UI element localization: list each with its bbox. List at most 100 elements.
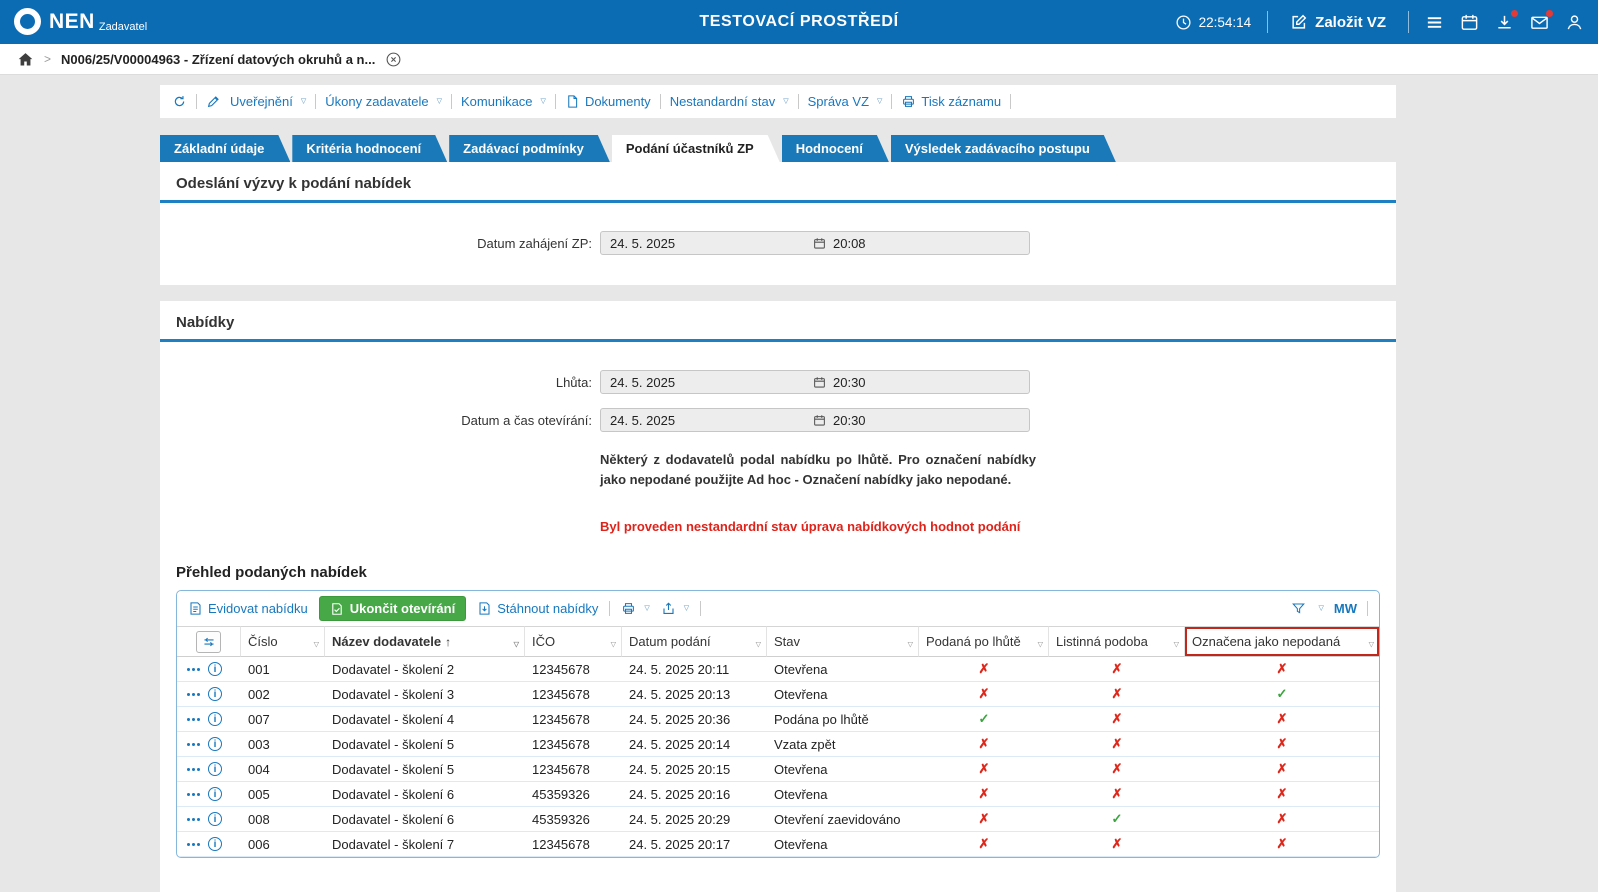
opening-time-value[interactable]: 20:30	[813, 413, 1029, 428]
row-menu-icon[interactable]	[187, 667, 200, 671]
column-settings-button[interactable]	[196, 630, 221, 653]
deadline-date-value[interactable]: 24. 5. 2025	[601, 375, 813, 390]
column-header-stav[interactable]: Stav	[767, 626, 919, 657]
column-header-podana-po-lhute[interactable]: Podaná po lhůtě	[919, 626, 1049, 657]
row-menu-icon[interactable]	[187, 717, 200, 721]
cell-ico: 12345678	[525, 657, 622, 682]
column-filter-icon[interactable]	[611, 634, 616, 649]
cell-listinna: ✗	[1049, 732, 1185, 757]
edit-icon	[1292, 14, 1307, 29]
table-row[interactable]: 004 Dodavatel - školení 5 12345678 24. 5…	[177, 757, 1379, 782]
row-info-icon[interactable]	[208, 662, 222, 676]
column-filter-icon[interactable]	[1369, 634, 1374, 649]
column-filter-icon[interactable]	[1174, 634, 1179, 649]
column-header-cislo[interactable]: Číslo	[241, 626, 325, 657]
column-header-nazev-dodavatele[interactable]: Název dodavatele	[325, 626, 525, 657]
row-menu-icon[interactable]	[187, 817, 200, 821]
column-header-oznacena-jako-nepodana[interactable]: Označena jako nepodaná	[1185, 626, 1379, 657]
row-menu-icon[interactable]	[187, 742, 200, 746]
row-menu-icon[interactable]	[187, 692, 200, 696]
create-vz-button[interactable]: Založit VZ	[1284, 12, 1392, 32]
cell-nepodana: ✗	[1185, 832, 1379, 857]
row-info-icon[interactable]	[208, 712, 222, 726]
evidovat-nabidku-button[interactable]: Evidovat nabídku	[188, 601, 308, 616]
toolbar-divider	[659, 94, 661, 109]
print-table-button[interactable]	[621, 601, 649, 616]
toolbar-uverejneni[interactable]: Uveřejnění	[230, 94, 306, 109]
export-table-button[interactable]	[661, 601, 689, 616]
refresh-button[interactable]	[172, 94, 187, 109]
column-filter-icon[interactable]	[514, 634, 519, 649]
row-info-icon[interactable]	[208, 812, 222, 826]
toolbar-ukony-zadavatele[interactable]: Úkony zadavatele	[325, 94, 442, 109]
calendar-button[interactable]	[1460, 13, 1479, 32]
column-filter-icon[interactable]	[756, 634, 761, 649]
home-button[interactable]	[17, 51, 34, 68]
start-datetime-field[interactable]: 24. 5. 2025 20:08	[600, 231, 1030, 255]
table-row[interactable]: 007 Dodavatel - školení 4 12345678 24. 5…	[177, 707, 1379, 732]
offers-section-title: Nabídky	[176, 314, 235, 331]
deadline-datetime-field[interactable]: 24. 5. 2025 20:30	[600, 370, 1030, 394]
toolbar-komunikace[interactable]: Komunikace	[461, 94, 546, 109]
row-menu-icon[interactable]	[187, 842, 200, 846]
finish-opening-icon	[331, 602, 342, 615]
start-date-value[interactable]: 24. 5. 2025	[601, 236, 813, 251]
cell-ico: 12345678	[525, 682, 622, 707]
ukoncit-otevirani-button[interactable]: Ukončit otevírání	[318, 596, 467, 621]
opening-datetime-field[interactable]: 24. 5. 2025 20:30	[600, 408, 1030, 432]
row-info-icon[interactable]	[208, 837, 222, 851]
calendar-icon[interactable]	[813, 237, 826, 250]
toolbar-nestandardni-stav[interactable]: Nestandardní stav	[670, 94, 789, 109]
calendar-icon[interactable]	[813, 414, 826, 427]
toolbar-divider	[196, 94, 197, 109]
column-header-ico[interactable]: IČO	[525, 626, 622, 657]
table-row[interactable]: 008 Dodavatel - školení 6 45359326 24. 5…	[177, 807, 1379, 832]
column-filter-icon[interactable]	[314, 634, 319, 649]
start-time-value[interactable]: 20:08	[813, 236, 1029, 251]
table-row[interactable]: 002 Dodavatel - školení 3 12345678 24. 5…	[177, 682, 1379, 707]
tab-zakladni-udaje[interactable]: Základní údaje	[160, 135, 290, 162]
downloads-button[interactable]	[1495, 9, 1518, 32]
brand-name: NEN	[49, 10, 95, 33]
row-menu-icon[interactable]	[187, 792, 200, 796]
mw-shortcut[interactable]: MW	[1334, 601, 1357, 616]
column-filter-icon[interactable]	[1038, 634, 1043, 649]
table-row[interactable]: 003 Dodavatel - školení 5 12345678 24. 5…	[177, 732, 1379, 757]
breadcrumb-record[interactable]: N006/25/V00004963 - Zřízení datových okr…	[61, 52, 375, 67]
create-vz-label: Založit VZ	[1315, 13, 1386, 31]
cell-nazev: Dodavatel - školení 5	[325, 757, 525, 782]
close-record-button[interactable]	[385, 51, 402, 68]
toolbar-tisk-zaznamu[interactable]: Tisk záznamu	[901, 94, 1001, 109]
row-info-icon[interactable]	[208, 687, 222, 701]
column-header-datum-podani[interactable]: Datum podání	[622, 626, 767, 657]
cell-listinna: ✗	[1049, 832, 1185, 857]
column-header-listinna-podoba[interactable]: Listinná podoba	[1049, 626, 1185, 657]
table-row[interactable]: 005 Dodavatel - školení 6 45359326 24. 5…	[177, 782, 1379, 807]
column-filter-icon[interactable]	[908, 634, 913, 649]
table-row[interactable]: 006 Dodavatel - školení 7 12345678 24. 5…	[177, 832, 1379, 857]
filter-button[interactable]	[1291, 601, 1306, 616]
opening-date-value[interactable]: 24. 5. 2025	[601, 413, 813, 428]
messages-button[interactable]	[1530, 9, 1553, 32]
calendar-icon[interactable]	[813, 376, 826, 389]
view-dropdown-button[interactable]	[1316, 605, 1324, 613]
tab-hodnoceni[interactable]: Hodnocení	[782, 135, 889, 162]
table-row[interactable]: 001 Dodavatel - školení 2 12345678 24. 5…	[177, 657, 1379, 682]
menu-button[interactable]	[1425, 13, 1444, 32]
deadline-time-value[interactable]: 20:30	[813, 375, 1029, 390]
row-info-icon[interactable]	[208, 787, 222, 801]
sort-ascending-icon[interactable]	[441, 634, 451, 649]
row-info-icon[interactable]	[208, 762, 222, 776]
tab-kriteria-hodnoceni[interactable]: Kritéria hodnocení	[292, 135, 447, 162]
tab-zadavaci-podminky[interactable]: Zadávací podmínky	[449, 135, 610, 162]
row-menu-icon[interactable]	[187, 767, 200, 771]
user-profile-button[interactable]	[1565, 13, 1584, 32]
tab-vysledek-zadavaciho-postupu[interactable]: Výsledek zadávacího postupu	[891, 135, 1116, 162]
edit-record-button[interactable]	[206, 94, 221, 109]
stahnout-nabidky-button[interactable]: Stáhnout nabídky	[477, 601, 598, 616]
row-info-icon[interactable]	[208, 737, 222, 751]
tab-podani-ucastniku-zp[interactable]: Podání účastníků ZP	[612, 135, 780, 162]
toolbar-dokumenty[interactable]: Dokumenty	[565, 94, 651, 109]
toolbar-sprava-vz[interactable]: Správa VZ	[808, 94, 883, 109]
nen-logo[interactable]: NEN Zadavatel	[14, 5, 147, 39]
